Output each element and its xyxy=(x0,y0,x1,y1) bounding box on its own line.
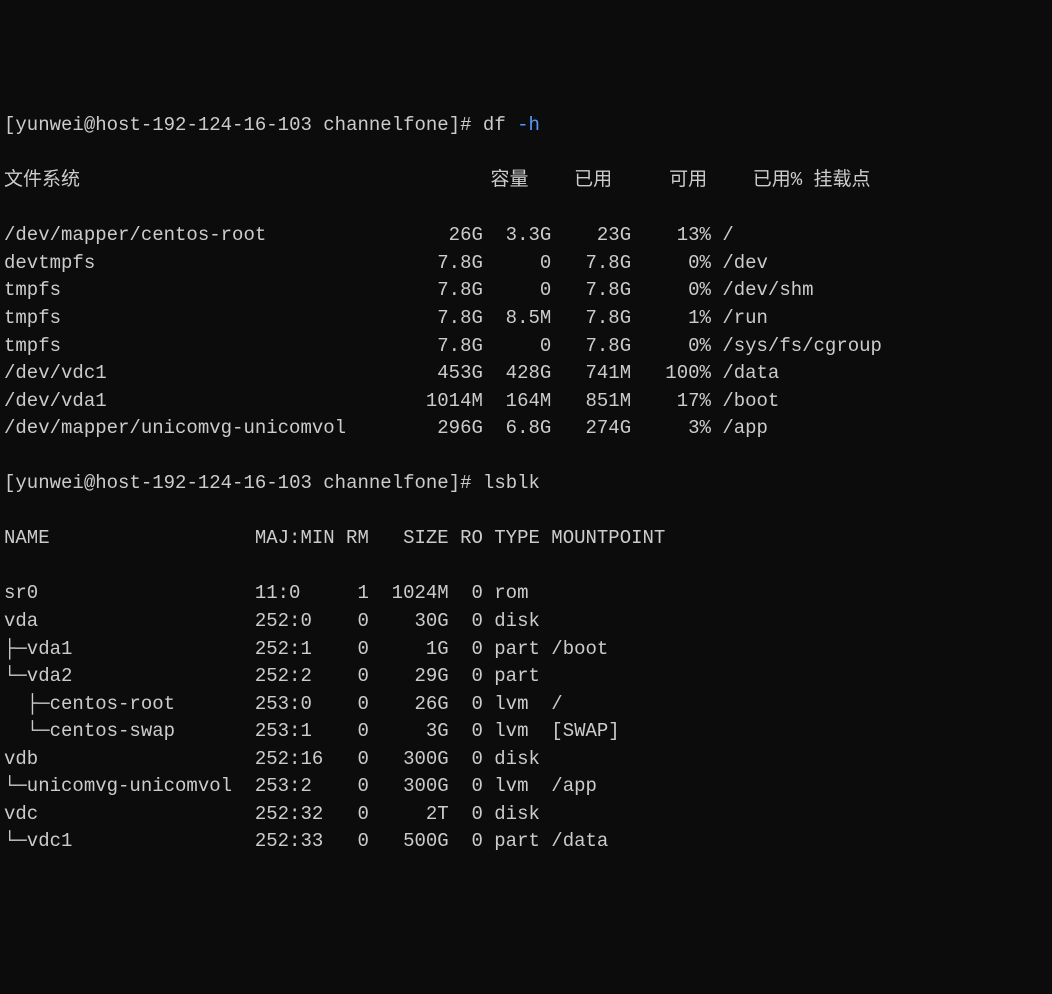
lsblk-row: vdb 252:16 0 300G 0 disk xyxy=(4,746,1048,774)
lsblk-output: sr0 11:0 1 1024M 0 rom vda 252:0 0 30G 0… xyxy=(4,580,1048,855)
df-row: devtmpfs 7.8G 0 7.8G 0% /dev xyxy=(4,250,1048,278)
prompt-symbol: # xyxy=(460,472,471,494)
df-row: tmpfs 7.8G 8.5M 7.8G 1% /run xyxy=(4,305,1048,333)
df-row: /dev/mapper/centos-root 26G 3.3G 23G 13%… xyxy=(4,222,1048,250)
lsblk-row: vdc 252:32 0 2T 0 disk xyxy=(4,801,1048,829)
prompt-user: yunwei xyxy=(15,472,83,494)
df-row: tmpfs 7.8G 0 7.8G 0% /sys/fs/cgroup xyxy=(4,333,1048,361)
prompt-user: yunwei xyxy=(15,114,83,136)
df-output: /dev/mapper/centos-root 26G 3.3G 23G 13%… xyxy=(4,222,1048,442)
prompt-line-1: [yunwei@host-192-124-16-103 channelfone]… xyxy=(4,112,1048,140)
prompt-host: host-192-124-16-103 xyxy=(95,114,312,136)
df-row: /dev/vdc1 453G 428G 741M 100% /data xyxy=(4,360,1048,388)
lsblk-row: ├─centos-root 253:0 0 26G 0 lvm / xyxy=(4,691,1048,719)
prompt-dir: channelfone xyxy=(323,114,448,136)
lsblk-row: sr0 11:0 1 1024M 0 rom xyxy=(4,580,1048,608)
df-row: /dev/mapper/unicomvg-unicomvol 296G 6.8G… xyxy=(4,415,1048,443)
command-flag: -h xyxy=(517,114,540,136)
lsblk-row: └─centos-swap 253:1 0 3G 0 lvm [SWAP] xyxy=(4,718,1048,746)
lsblk-row: vda 252:0 0 30G 0 disk xyxy=(4,608,1048,636)
prompt-dir: channelfone xyxy=(323,472,448,494)
command: lsblk xyxy=(483,472,540,494)
prompt-line-2: [yunwei@host-192-124-16-103 channelfone]… xyxy=(4,470,1048,498)
lsblk-header: NAME MAJ:MIN RM SIZE RO TYPE MOUNTPOINT xyxy=(4,525,1048,553)
prompt-host: host-192-124-16-103 xyxy=(95,472,312,494)
lsblk-row: └─unicomvg-unicomvol 253:2 0 300G 0 lvm … xyxy=(4,773,1048,801)
prompt-symbol: # xyxy=(460,114,471,136)
lsblk-row: └─vdc1 252:33 0 500G 0 part /data xyxy=(4,828,1048,856)
df-row: /dev/vda1 1014M 164M 851M 17% /boot xyxy=(4,388,1048,416)
lsblk-row: └─vda2 252:2 0 29G 0 part xyxy=(4,663,1048,691)
df-header: 文件系统 容量 已用 可用 已用% 挂载点 xyxy=(4,167,1048,195)
df-row: tmpfs 7.8G 0 7.8G 0% /dev/shm xyxy=(4,277,1048,305)
command: df xyxy=(483,114,506,136)
